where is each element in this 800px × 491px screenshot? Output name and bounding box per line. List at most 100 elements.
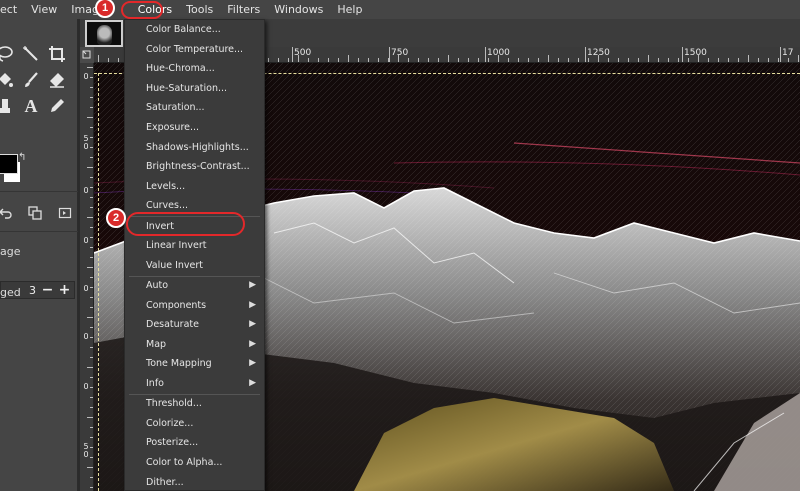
ruler-minor-tick — [90, 237, 93, 238]
ruler-minor-tick — [478, 58, 479, 62]
menu-tools[interactable]: Tools — [179, 0, 220, 19]
panel-menu-icon[interactable] — [54, 203, 76, 223]
menu-item-linear-invert[interactable]: Linear Invert — [125, 236, 264, 256]
stepper-minus-button[interactable]: − — [39, 282, 56, 298]
ruler-minor-tick — [90, 447, 93, 448]
ruler-minor-tick — [358, 58, 359, 62]
ruler-corner[interactable] — [80, 47, 94, 63]
menu-item-value-invert[interactable]: Value Invert — [125, 256, 264, 276]
ruler-minor-tick — [648, 55, 649, 62]
smudge-tool-icon[interactable] — [0, 95, 16, 117]
ruler-minor-tick — [448, 55, 449, 62]
ruler-minor-tick — [758, 58, 759, 62]
ruler-major-tick — [682, 47, 683, 62]
submenu-arrow-icon: ▶ — [249, 378, 256, 388]
ruler-minor-tick — [268, 58, 269, 62]
menu-item-levels[interactable]: Levels... — [125, 177, 264, 197]
menu-item-desaturate[interactable]: Desaturate ▶ — [125, 315, 264, 335]
menu-item-brightness-contrast[interactable]: Brightness-Contrast... — [125, 157, 264, 177]
menu-item-posterize[interactable]: Posterize... — [125, 433, 264, 453]
menu-item-exposure[interactable]: Exposure... — [125, 118, 264, 138]
selection-marquee-left — [98, 73, 99, 491]
ruler-minor-tick — [318, 58, 319, 62]
ruler-minor-tick — [698, 55, 699, 62]
menu-item-hue-saturation[interactable]: Hue-Saturation... — [125, 79, 264, 99]
ruler-minor-tick — [90, 477, 93, 478]
menu-item-label: Auto — [146, 280, 169, 291]
ruler-minor-tick — [90, 87, 93, 88]
menu-item-color-to-alpha[interactable]: Color to Alpha... — [125, 453, 264, 473]
ruler-major-tick — [780, 47, 781, 62]
menu-item-threshold[interactable]: Threshold... — [125, 394, 264, 414]
ruler-label: 0 — [83, 284, 89, 293]
ruler-minor-tick — [778, 58, 779, 62]
ruler-label: 750 — [391, 48, 409, 58]
ruler-minor-tick — [90, 377, 93, 378]
menu-item-components[interactable]: Components ▶ — [125, 296, 264, 316]
ruler-minor-tick — [90, 407, 93, 408]
ruler-minor-tick — [90, 487, 93, 488]
ruler-minor-tick — [298, 55, 299, 62]
ruler-minor-tick — [87, 167, 93, 168]
ruler-minor-tick — [528, 58, 529, 62]
image-tab-thumbnail[interactable] — [85, 20, 123, 47]
menu-item-shadows-highlights[interactable]: Shadows-Highlights... — [125, 138, 264, 158]
menu-item-dither[interactable]: Dither... — [125, 473, 264, 491]
menu-item-colorize[interactable]: Colorize... — [125, 414, 264, 434]
ruler-label: 0 — [83, 236, 89, 245]
crop-tool-icon[interactable] — [46, 43, 68, 65]
ruler-minor-tick — [87, 317, 93, 318]
eraser-icon[interactable] — [46, 69, 68, 91]
ruler-minor-tick — [348, 55, 349, 62]
color-picker-icon[interactable] — [46, 95, 68, 117]
ruler-major-tick — [292, 47, 293, 62]
ruler-minor-tick — [388, 58, 389, 62]
menu-item-tone-mapping[interactable]: Tone Mapping ▶ — [125, 354, 264, 374]
menu-windows[interactable]: Windows — [267, 0, 330, 19]
ruler-minor-tick — [688, 58, 689, 62]
ruler-minor-tick — [658, 58, 659, 62]
menu-item-color-balance[interactable]: Color Balance... — [125, 20, 264, 40]
ruler-minor-tick — [398, 55, 399, 62]
ruler-minor-tick — [508, 58, 509, 62]
bucket-fill-icon[interactable] — [0, 69, 16, 91]
menu-item-label: Desaturate — [146, 319, 199, 331]
menu-item-info[interactable]: Info ▶ — [125, 374, 264, 394]
menu-help[interactable]: Help — [330, 0, 369, 19]
menu-edit[interactable]: ect — [0, 0, 24, 19]
ruler-minor-tick — [768, 58, 769, 62]
submenu-arrow-icon: ▶ — [249, 358, 256, 369]
menu-item-saturation[interactable]: Saturation... — [125, 98, 264, 118]
foreground-color-swatch[interactable] — [0, 154, 18, 174]
ruler-minor-tick — [90, 297, 93, 298]
ruler-minor-tick — [418, 58, 419, 62]
ruler-label: 0 — [83, 450, 89, 459]
ruler-minor-tick — [668, 58, 669, 62]
menu-item-color-temperature[interactable]: Color Temperature... — [125, 40, 264, 60]
menu-filters[interactable]: Filters — [220, 0, 267, 19]
duplicate-icon[interactable] — [24, 203, 46, 223]
text-tool-icon[interactable]: A — [20, 95, 42, 117]
menu-item-map[interactable]: Map ▶ — [125, 335, 264, 355]
swap-colors-icon[interactable]: ↰ — [18, 152, 26, 163]
ruler-minor-tick — [678, 58, 679, 62]
menu-item-auto[interactable]: Auto ▶ — [125, 276, 264, 296]
undo-history-icon[interactable] — [0, 203, 16, 223]
ruler-minor-tick — [87, 267, 93, 268]
ruler-minor-tick — [90, 387, 93, 388]
stepper-plus-button[interactable]: + — [56, 282, 73, 298]
ruler-minor-tick — [90, 287, 93, 288]
ruler-minor-tick — [108, 58, 109, 62]
menu-view[interactable]: View — [24, 0, 64, 19]
ruler-minor-tick — [568, 58, 569, 62]
fuzzy-select-icon[interactable] — [20, 43, 42, 65]
paintbrush-icon[interactable] — [20, 69, 42, 91]
menu-item-hue-chroma[interactable]: Hue-Chroma... — [125, 59, 264, 79]
submenu-arrow-icon: ▶ — [249, 338, 256, 349]
ruler-minor-tick — [278, 58, 279, 62]
ruler-minor-tick — [90, 77, 93, 78]
ruler-label: 1500 — [684, 48, 707, 58]
ruler-minor-tick — [90, 427, 93, 428]
lasso-tool-icon[interactable] — [0, 43, 16, 65]
ruler-label: 0 — [83, 142, 89, 151]
